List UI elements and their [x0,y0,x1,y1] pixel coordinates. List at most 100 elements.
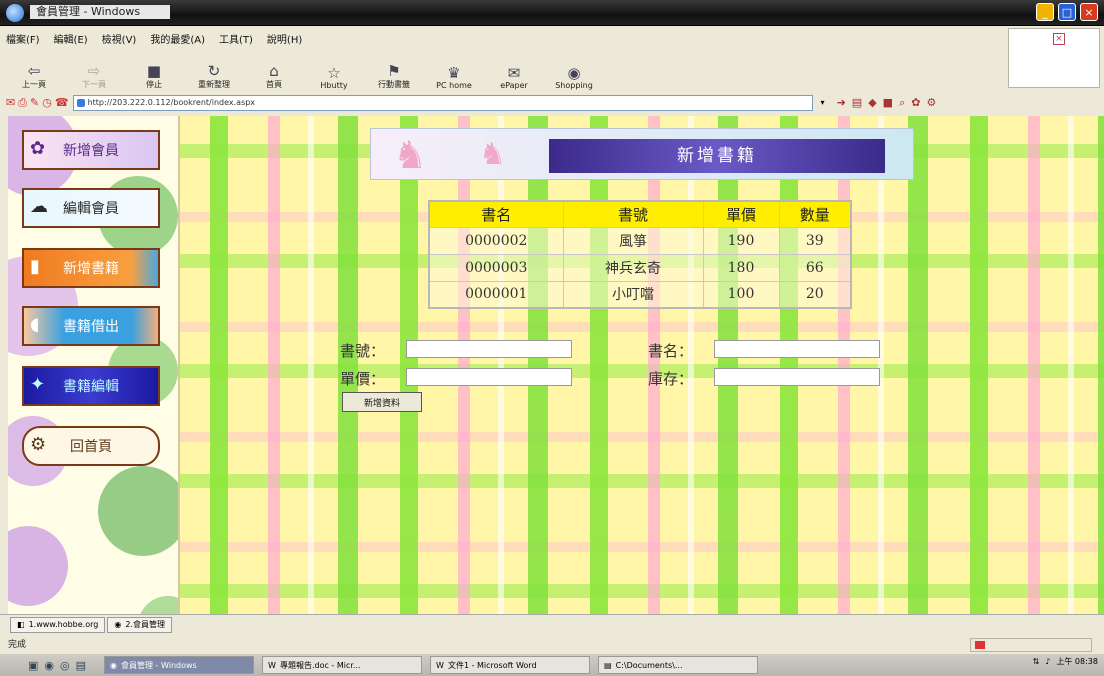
addon-tools: ➜ ▤ ◆ ■ ⌕ ✿ ⚙ [837,96,937,110]
maximize-icon[interactable]: □ [1058,3,1076,21]
close-icon[interactable]: × [1080,3,1098,21]
task-folder[interactable]: ▤ C:\Documents\... [598,656,759,674]
book-no-input[interactable] [406,340,572,358]
sidebar-item-label: 編輯會員 [63,201,119,217]
task-doc-1[interactable]: W 專題報告.doc - Micr... [262,656,423,674]
sidebar-item-add-book[interactable]: ▮ 新增書籍 [22,248,160,288]
table-cell: 190 [702,226,780,255]
folder-icon[interactable]: ▤ [852,96,862,110]
book-name-label: 書名： [648,342,694,360]
address-bar: ✉ ⎙ ✎ ◷ ☎ http://203.222.0.112/bookrent/… [0,92,1104,114]
lock-icon[interactable]: ◆ [868,96,876,110]
folder-icon[interactable]: ▤ [76,659,86,672]
refresh-button[interactable]: ↻ 重新整理 [190,63,238,90]
decor-dot [8,526,68,606]
browser-icon[interactable]: ◉ [44,659,54,672]
sidebar-item-label: 新增會員 [63,143,119,159]
volume-icon[interactable]: ♪ [1045,657,1050,666]
sidebar-item-lend-book[interactable]: ◖ 書籍借出 [22,306,160,346]
table-row: 0000001 小叮噹 100 20 [428,280,852,309]
search-icon[interactable]: ⌕ [899,96,905,110]
column-header: 書號 [562,200,704,228]
tools-icon[interactable]: ⚙ [926,96,936,110]
elephant-icon: ♞ [479,137,506,172]
bookmark-icon: ⚑ [387,62,401,80]
bookmark-button[interactable]: ⚑ 行動書籤 [370,63,418,90]
mail-icon[interactable]: ✉ [6,96,15,110]
menu-help[interactable]: 說明(H) [267,31,302,46]
menu-file[interactable]: 檔案(F) [6,31,40,46]
table-header-row: 書名 書號 單價 數量 [428,200,852,228]
bone-icon: ⚙ [30,434,47,455]
menu-edit[interactable]: 編輯(E) [54,31,88,46]
home-button[interactable]: ⌂ 首頁 [250,63,298,90]
sidebar-item-label: 書籍借出 [63,319,119,335]
clock[interactable]: 上午 08:38 [1056,656,1098,667]
edit-icon[interactable]: ✎ [30,96,39,110]
book-name-input[interactable] [714,340,880,358]
tab-member-admin[interactable]: ◉ 2.會員管理 [107,616,172,633]
favorites-label: Hbutty [320,81,348,90]
sidebar-item-edit-member[interactable]: ☁ 編輯會員 [22,188,160,228]
globe-icon: ◉ [114,620,122,629]
back-label: 上一頁 [22,80,46,89]
table-row: 0000003 神兵玄奇 180 66 [428,253,852,282]
forward-label: 下一頁 [82,80,106,89]
shopping-button[interactable]: ◉ Shopping [550,65,598,90]
favorites-button[interactable]: ☆ Hbutty [310,65,358,90]
discuss-icon[interactable]: ☎ [55,96,69,110]
add-data-button[interactable]: 新增資料 [342,392,422,412]
sidebar-item-edit-book[interactable]: ✦ 書籍編輯 [22,366,160,406]
shopping-icon: ◉ [567,64,581,82]
sparkle-icon: ✦ [30,374,46,395]
sidebar-item-home[interactable]: ⚙ 回首頁 [22,426,160,466]
back-button[interactable]: ⇦ 上一頁 [10,63,58,90]
task-browser[interactable]: ◉ 會員管理 - Windows [104,656,255,674]
network-icon[interactable]: ⇅ [1033,657,1040,666]
sidebar-item-add-member[interactable]: ✿ 新增會員 [22,130,160,170]
forward-button[interactable]: ⇨ 下一頁 [70,63,118,90]
page-banner: ♞ ♞ 新增書籍 [370,128,914,180]
table-cell: 66 [778,253,852,282]
history-icon[interactable]: ◷ [42,96,52,110]
menu-tools[interactable]: 工具(T) [219,31,253,46]
price-input[interactable] [406,368,572,386]
translate-icon[interactable]: ✿ [911,96,920,110]
menu-favorites[interactable]: 我的最愛(A) [150,31,205,46]
table-cell: 0000002 [428,226,564,255]
taskbar: ▣ ◉ ◎ ▤ ◉ 會員管理 - Windows W 專題報告.doc - Micr… [0,654,1104,676]
save-icon[interactable]: ■ [883,96,893,110]
tab-hobbe[interactable]: ◧ 1.www.hobbe.org [10,616,106,633]
page-title: 新增書籍 [549,139,885,173]
home-icon: ⌂ [269,62,279,80]
table-cell: 100 [702,280,780,309]
epaper-button[interactable]: ✉ ePaper [490,65,538,90]
link-icons: ✉ ⎙ ✎ ◷ ☎ [6,96,69,110]
page-icon: ◧ [17,620,25,629]
tab-strip: ◧ 1.www.hobbe.org ◉ 2.會員管理 [0,614,1104,634]
close-small-icon[interactable]: × [1053,33,1065,45]
url-input[interactable]: http://203.222.0.112/bookrent/index.aspx [72,95,813,111]
epaper-label: ePaper [500,81,528,90]
stop-button[interactable]: ■ 停止 [130,63,178,90]
go-icon[interactable]: ➜ [837,96,846,110]
menu-view[interactable]: 檢視(V) [102,31,137,46]
epaper-icon: ✉ [507,64,521,82]
tab-label: 2.會員管理 [125,620,165,629]
favorites-icon: ☆ [327,64,341,82]
print-icon[interactable]: ⎙ [18,96,27,110]
desktop-icon[interactable]: ▣ [28,659,38,672]
task-label: 會員管理 - Windows [121,660,197,670]
title-bar: 會員管理 - Windows _ □ × [0,0,1104,26]
pchome-button[interactable]: ♛ PC home [430,65,478,90]
stock-input[interactable] [714,368,880,386]
stop-icon: ■ [146,62,162,80]
security-zone [970,638,1092,652]
chevron-down-icon[interactable]: ▾ [817,95,829,111]
decor-dot [98,466,178,556]
column-header: 書名 [428,200,564,228]
minimize-icon[interactable]: _ [1036,3,1054,21]
home-label: 首頁 [266,80,282,89]
task-doc-2[interactable]: W 文件1 - Microsoft Word [430,656,591,674]
media-icon[interactable]: ◎ [60,659,70,672]
